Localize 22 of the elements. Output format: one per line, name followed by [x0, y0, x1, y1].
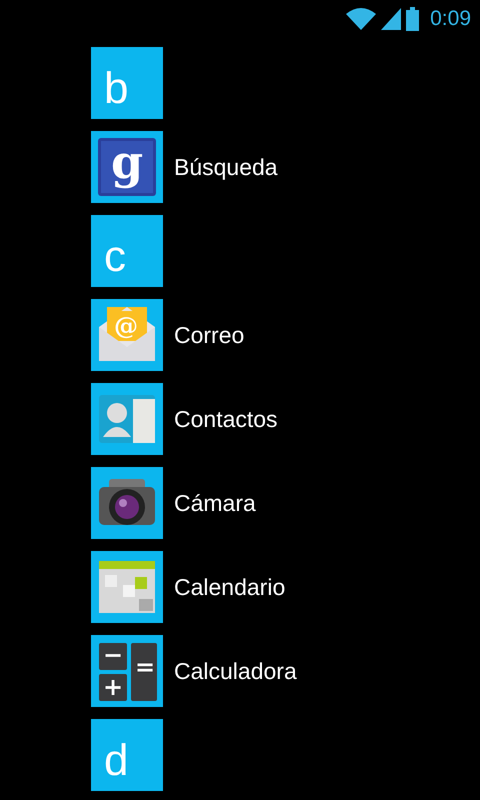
app-icon-tile[interactable]: g — [91, 131, 163, 203]
calculator-key-symbol: + — [103, 675, 124, 699]
mail-at-sign: @ — [114, 314, 138, 338]
clock-time: 0:09 — [430, 7, 471, 31]
app-icon-tile[interactable] — [91, 467, 163, 539]
app-icon-tile[interactable] — [91, 551, 163, 623]
app-name[interactable]: Cámara — [174, 490, 256, 516]
app-name[interactable]: Calculadora — [174, 658, 297, 684]
app-name[interactable]: Correo — [174, 322, 244, 348]
app-icon-tile[interactable] — [91, 383, 163, 455]
calculator-key-symbol: = — [135, 655, 156, 679]
search-icon — [95, 135, 159, 199]
app-name[interactable]: Calendario — [174, 574, 286, 600]
section-letter-tile: b — [91, 47, 163, 119]
section-letter-tile: d — [91, 719, 163, 791]
battery-icon — [406, 7, 420, 31]
app-name[interactable]: Búsqueda — [174, 154, 278, 180]
calculator-key-symbol: − — [103, 643, 124, 667]
section-letter-tile: c — [91, 215, 163, 287]
wifi-icon — [346, 8, 376, 30]
signal-icon — [381, 8, 402, 30]
app-name[interactable]: Contactos — [174, 406, 278, 432]
